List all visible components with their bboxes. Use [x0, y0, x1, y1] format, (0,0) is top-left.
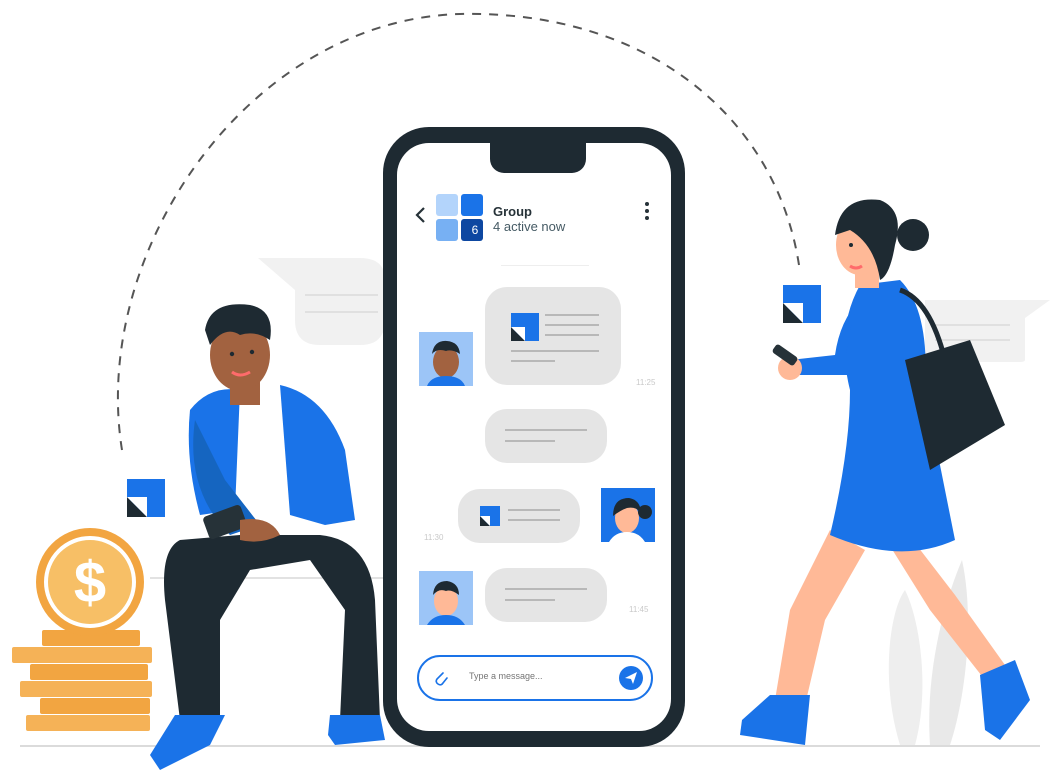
avatar-man-2[interactable]	[419, 571, 473, 625]
chat-status: 4 active now	[493, 219, 566, 234]
avatar-woman[interactable]	[601, 488, 655, 542]
folded-square-logo-icon	[480, 506, 500, 526]
send-button[interactable]	[619, 666, 643, 690]
divider	[501, 265, 589, 266]
avatar-man[interactable]	[419, 332, 473, 386]
message-time: 11:45	[629, 605, 649, 614]
folded-square-logo-icon	[511, 313, 539, 341]
chevron-left-icon[interactable]	[413, 205, 427, 225]
send-icon	[625, 672, 637, 684]
chat-screen: 6 Group 4 active now 11:25 11:30 11:45 T…	[397, 143, 671, 731]
message-bubble[interactable]	[458, 489, 580, 543]
man-figure	[150, 304, 385, 770]
phone-notch	[490, 143, 586, 173]
message-time: 11:30	[424, 533, 444, 542]
more-vert-icon[interactable]	[641, 199, 653, 223]
illustration-scene: $ 6 Group 4 active now 11:25 11:30 11:45…	[0, 0, 1062, 777]
message-bubble[interactable]	[485, 287, 621, 385]
group-count-badge: 6	[471, 223, 479, 237]
dollar-coin-icon: $	[36, 528, 144, 636]
message-input-bar	[417, 655, 653, 701]
chat-title: Group	[493, 204, 532, 219]
paperclip-icon[interactable]	[433, 669, 449, 687]
phone-device: 6 Group 4 active now 11:25 11:30 11:45 T…	[383, 127, 685, 747]
message-time: 11:25	[636, 378, 656, 387]
svg-text:$: $	[74, 550, 106, 615]
woman-figure	[740, 199, 1030, 745]
message-input[interactable]	[469, 671, 609, 681]
message-bubble[interactable]	[485, 568, 607, 622]
message-bubble[interactable]	[485, 409, 607, 463]
